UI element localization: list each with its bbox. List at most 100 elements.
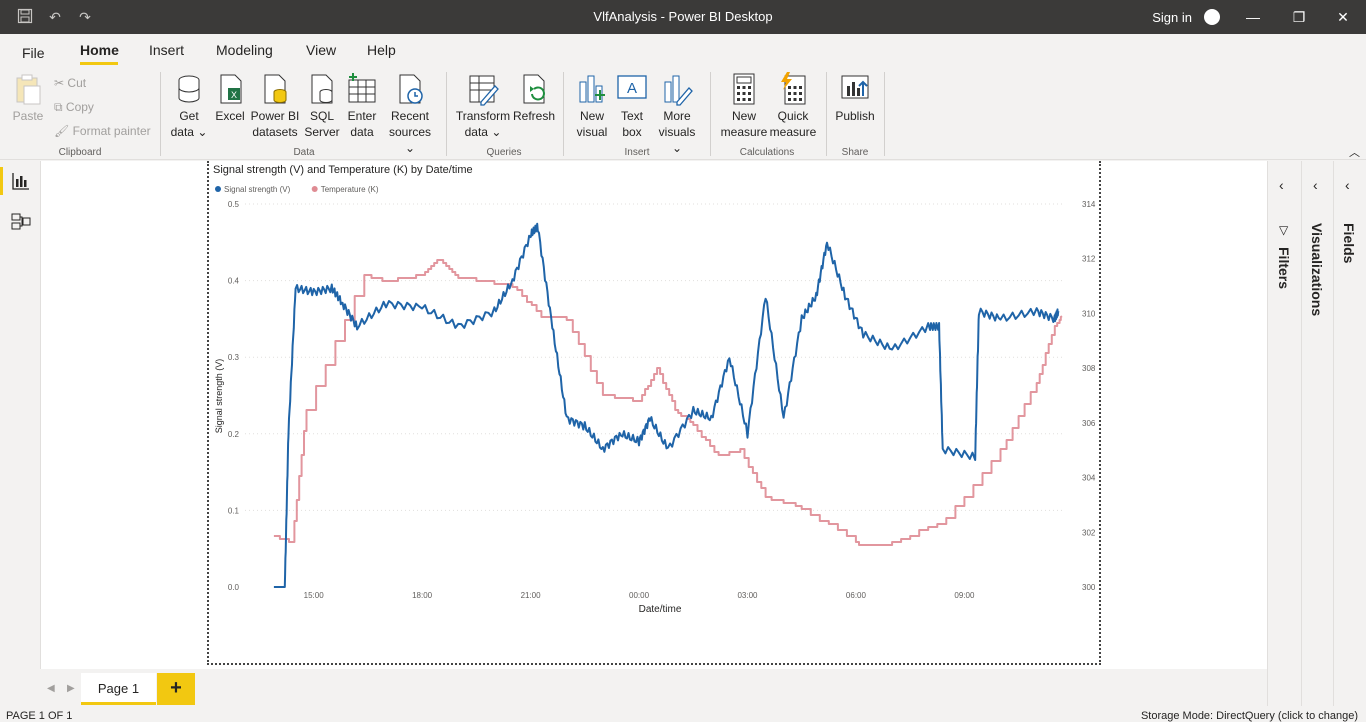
bar-chart-icon (579, 75, 605, 103)
sql-server-button[interactable]: SQL Server (303, 72, 341, 140)
filters-pane-title: Filters (1276, 247, 1292, 290)
expand-filters-icon[interactable]: ‹ (1279, 177, 1284, 193)
transform-data-icon (469, 75, 499, 106)
menu-view[interactable]: View (306, 42, 336, 58)
text-box-button[interactable]: A Text box (614, 72, 650, 140)
chart-svg: Signal strength (V) and Temperature (K) … (213, 164, 1096, 615)
filter-icon: ▽ (1279, 223, 1289, 237)
x-tick-label: 18:00 (412, 591, 433, 600)
y-tick-label: 0.1 (228, 506, 240, 515)
avatar[interactable] (1204, 9, 1220, 25)
report-view-icon[interactable] (11, 171, 31, 191)
ribbon: Paste ✂ Cut ⧉ Copy 🖌 Format painter Clip… (0, 68, 1366, 160)
publish-button[interactable]: Publish (834, 72, 876, 124)
copy-icon: ⧉ (54, 100, 63, 114)
svg-text:X: X (231, 90, 237, 100)
menu-help[interactable]: Help (367, 42, 396, 58)
group-label-data: Data (293, 147, 315, 158)
report-canvas[interactable]: Signal strength (V) and Temperature (K) … (41, 161, 1267, 669)
title-bar: ↶ ↷ VlfAnalysis - Power BI Desktop Sign … (0, 0, 1366, 34)
active-view-indicator (0, 167, 3, 195)
collapse-ribbon-icon[interactable]: ︿ (1349, 144, 1360, 160)
more-visuals-icon (664, 75, 693, 106)
page-tab-1[interactable]: Page 1 (81, 673, 156, 705)
legend-label: Temperature (K) (321, 185, 379, 194)
restore-icon[interactable]: ❐ (1284, 6, 1314, 28)
database-icon (178, 75, 200, 103)
quick-measure-button[interactable]: Quick measure (768, 72, 818, 140)
menu-insert[interactable]: Insert (149, 42, 184, 58)
x-tick-label: 03:00 (737, 591, 758, 600)
legend-marker (311, 186, 318, 192)
next-page-icon[interactable]: ▶ (67, 683, 75, 694)
fields-pane-title: Fields (1341, 223, 1357, 264)
quick-measure-icon (781, 72, 806, 105)
chart-series[interactable] (273, 222, 1063, 588)
new-measure-button[interactable]: New measure (720, 72, 768, 140)
visualizations-pane-title: Visualizations (1309, 223, 1325, 317)
ribbon-separator (563, 72, 564, 156)
group-label-share: Share (841, 147, 869, 158)
y2-tick-label: 304 (1082, 474, 1096, 483)
scissors-icon: ✂ (54, 76, 65, 90)
menu-bar: File Home Insert Modeling View Help (0, 34, 1366, 68)
y2-tick-label: 302 (1082, 528, 1096, 537)
transform-data-button[interactable]: Transform data ⌄ (455, 72, 511, 140)
publish-icon (841, 75, 869, 99)
x-tick-label: 06:00 (846, 591, 867, 600)
chart-axes: 0.0 0.1 0.2 0.3 0.4 0.5 300 302 304 306 308 310 312 3… (228, 200, 1096, 600)
page-tab-bar: ◀ ▶ Page 1 + (41, 669, 1267, 706)
paste-button[interactable]: Paste (12, 72, 44, 124)
x-tick-label: 00:00 (629, 591, 650, 600)
refresh-button[interactable]: Refresh (513, 72, 555, 124)
recent-sources-button[interactable]: Recent sources ⌄ (383, 72, 437, 156)
view-switcher (0, 161, 41, 669)
menu-modeling[interactable]: Modeling (216, 42, 273, 58)
visualizations-pane-tab[interactable]: ‹ Visualizations (1301, 161, 1333, 706)
sign-in-link[interactable]: Sign in (1152, 10, 1192, 25)
cut-button[interactable]: ✂ Cut (54, 76, 86, 90)
new-visual-button[interactable]: New visual (574, 72, 610, 140)
expand-visualizations-icon[interactable]: ‹ (1313, 177, 1318, 193)
x-tick-label: 21:00 (521, 591, 542, 600)
legend-marker (215, 186, 221, 192)
excel-button[interactable]: X Excel (213, 72, 247, 124)
y-tick-label: 0.2 (228, 430, 240, 439)
x-tick-label: 09:00 (954, 591, 975, 600)
menu-file[interactable]: File (22, 45, 45, 61)
ribbon-separator (446, 72, 447, 156)
storage-mode-link[interactable]: Storage Mode: DirectQuery (click to chan… (1141, 710, 1358, 722)
table-add-icon (348, 73, 376, 103)
group-label-insert: Insert (624, 147, 650, 158)
filters-pane-tab[interactable]: ‹ ▽ Filters (1267, 161, 1301, 706)
copy-button[interactable]: ⧉ Copy (54, 100, 94, 115)
sql-server-icon (311, 74, 333, 104)
model-view-icon[interactable] (11, 211, 31, 231)
more-visuals-button[interactable]: More visuals ⌄ (652, 72, 702, 156)
status-bar: PAGE 1 OF 1 Storage Mode: DirectQuery (c… (0, 706, 1366, 722)
get-data-button[interactable]: Get data ⌄ (170, 72, 208, 140)
group-label-queries: Queries (486, 147, 522, 158)
group-label-clipboard: Clipboard (58, 147, 102, 158)
menu-home[interactable]: Home (80, 42, 119, 58)
y2-tick-label: 306 (1082, 419, 1096, 428)
chart-legend[interactable]: Signal strength (V) Temperature (K) (215, 185, 379, 194)
y2-tick-label: 300 (1082, 583, 1096, 592)
power-bi-datasets-button[interactable]: Power BI datasets (250, 72, 300, 140)
expand-fields-icon[interactable]: ‹ (1345, 177, 1350, 193)
excel-icon: X (220, 74, 242, 104)
add-page-button[interactable]: + (157, 673, 195, 705)
refresh-icon (523, 74, 545, 104)
svg-text:A: A (627, 80, 637, 97)
enter-data-button[interactable]: Enter data (344, 72, 380, 140)
fields-pane-tab[interactable]: ‹ Fields (1333, 161, 1366, 706)
format-painter-button[interactable]: 🖌 Format painter (54, 124, 151, 138)
chart-title: Signal strength (V) and Temperature (K) … (213, 164, 473, 176)
prev-page-icon[interactable]: ◀ (47, 683, 55, 694)
minimize-icon[interactable]: — (1238, 6, 1268, 28)
ribbon-separator (160, 72, 161, 156)
close-icon[interactable]: ✕ (1328, 6, 1358, 28)
line-chart-visual[interactable]: Signal strength (V) and Temperature (K) … (207, 161, 1101, 665)
ribbon-separator (710, 72, 711, 156)
x-axis-title: Date/time (639, 604, 682, 615)
